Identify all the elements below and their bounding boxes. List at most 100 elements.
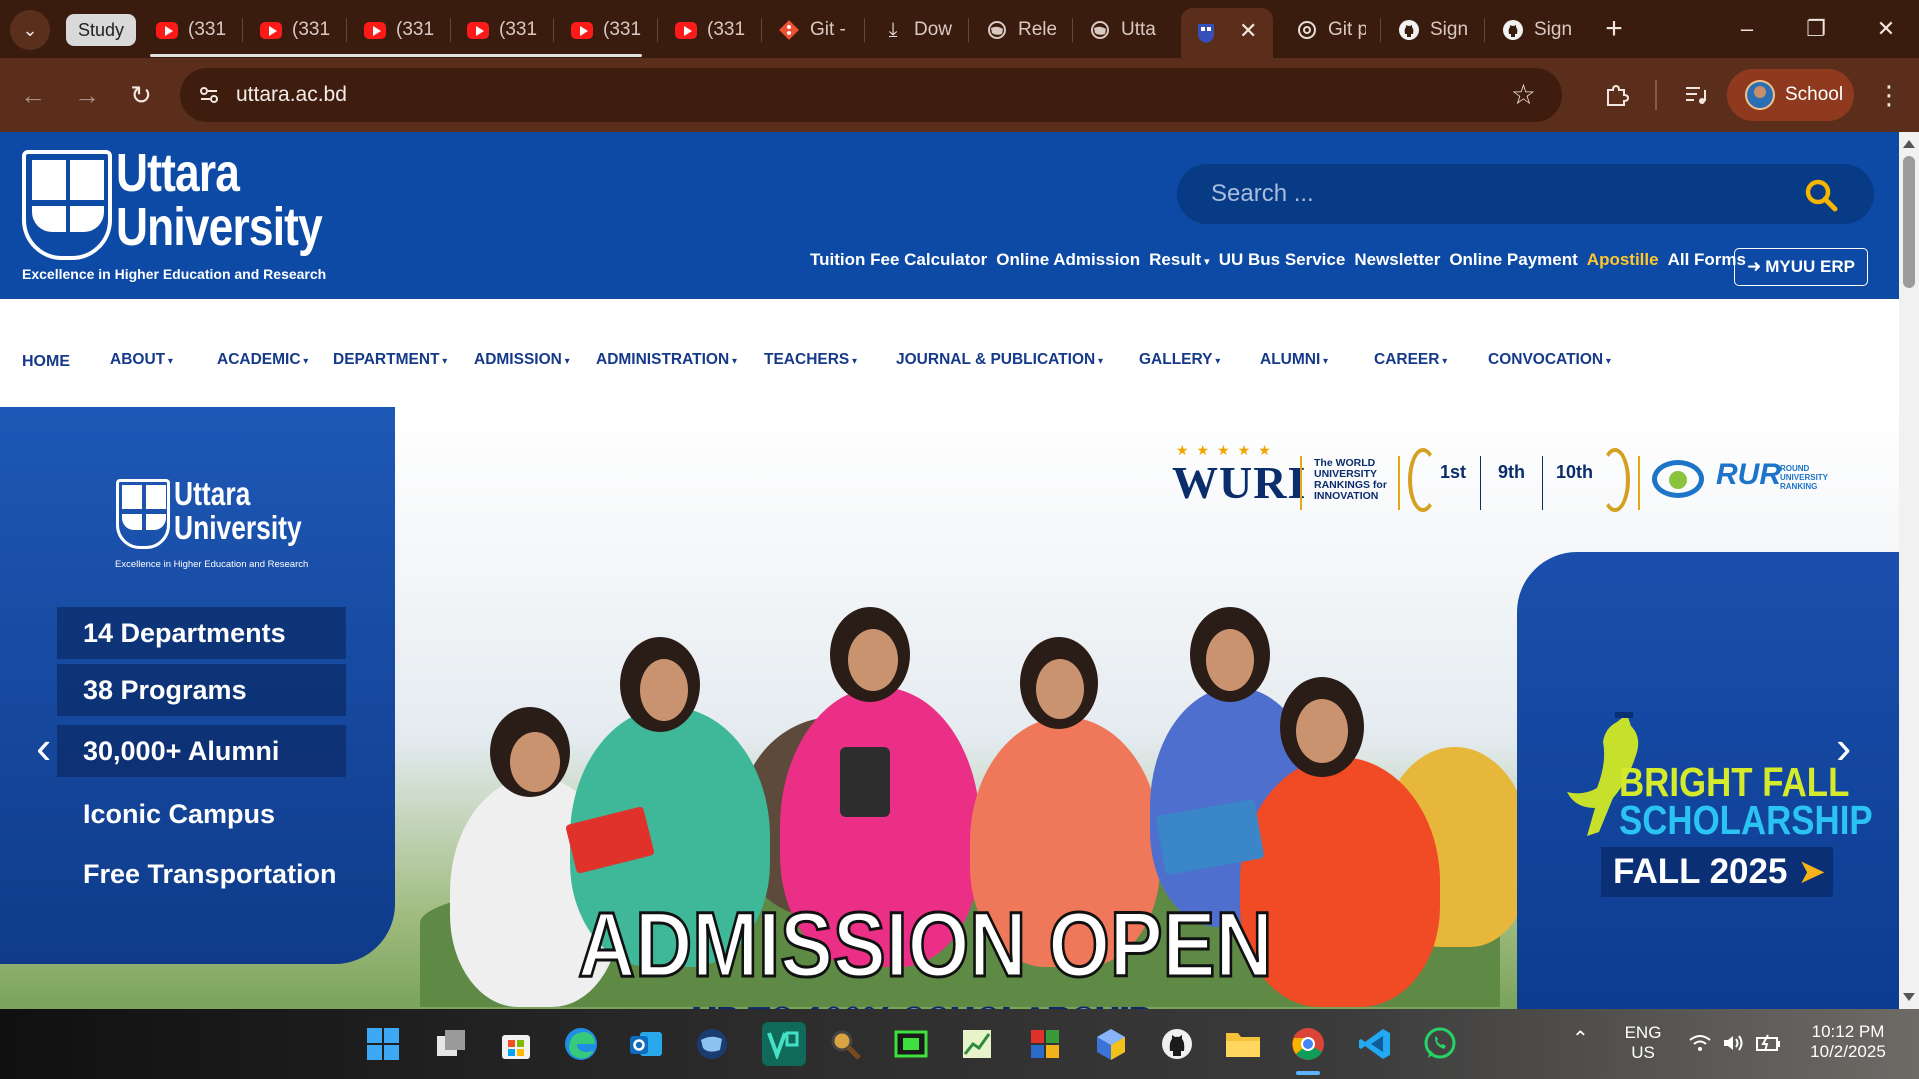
- laurel-left-icon: [1408, 448, 1438, 512]
- rank-1st: 1st: [1440, 462, 1467, 482]
- myuu-erp-button[interactable]: ➜ MYUU ERP: [1734, 248, 1868, 286]
- windows-start-icon[interactable]: [364, 1025, 402, 1063]
- nav-home[interactable]: HOME: [22, 353, 70, 371]
- show-hidden-icons-chevron-icon[interactable]: ⌃: [1572, 1029, 1589, 1049]
- visual-paradigm-icon[interactable]: [762, 1022, 806, 1066]
- browser-tab[interactable]: (331: [571, 12, 641, 48]
- globe-icon: [1089, 19, 1111, 41]
- office-suite-icon[interactable]: [1026, 1025, 1064, 1063]
- link-online-admission[interactable]: Online Admission: [996, 250, 1140, 270]
- close-tab-icon[interactable]: ✕: [1239, 18, 1257, 44]
- tab-search-chevron-icon[interactable]: ⌄: [10, 10, 50, 50]
- site-settings-icon[interactable]: [196, 82, 222, 108]
- tab-separator: [864, 18, 865, 42]
- reload-icon[interactable]: ↻: [122, 76, 160, 114]
- scroll-down-arrow-icon[interactable]: [1903, 993, 1915, 1001]
- tab-group-chip[interactable]: Study: [66, 14, 137, 46]
- link-apostille[interactable]: Apostille: [1587, 250, 1659, 270]
- file-explorer-icon[interactable]: [1224, 1025, 1262, 1063]
- extensions-puzzle-icon[interactable]: [1598, 76, 1636, 114]
- link-uu-bus-service[interactable]: UU Bus Service: [1219, 250, 1346, 270]
- link-newsletter[interactable]: Newsletter: [1354, 250, 1440, 270]
- minimize-icon[interactable]: –: [1727, 12, 1767, 46]
- browser-tab[interactable]: Git p: [1296, 12, 1366, 48]
- nav-about[interactable]: ABOUT: [110, 351, 173, 369]
- nav-admission[interactable]: ADMISSION: [474, 351, 570, 369]
- link-tuition-fee-calculator[interactable]: Tuition Fee Calculator: [810, 250, 987, 270]
- close-window-icon[interactable]: ✕: [1866, 12, 1906, 46]
- logo-shield-icon: [22, 150, 112, 260]
- rank-divider: [1480, 456, 1481, 510]
- tab-title: Utta: [1121, 19, 1156, 40]
- hero-headline: ADMISSION OPEN: [577, 894, 1274, 996]
- nav-administration[interactable]: ADMINISTRATION: [596, 351, 737, 369]
- link-online-payment[interactable]: Online Payment: [1449, 250, 1577, 270]
- restore-icon[interactable]: ❐: [1796, 12, 1836, 46]
- address-bar[interactable]: uttara.ac.bd ☆: [180, 68, 1562, 122]
- chrome-icon[interactable]: [1289, 1025, 1327, 1063]
- student-2-face: [640, 659, 688, 721]
- browser-tab[interactable]: ⤓ Dow: [882, 12, 952, 48]
- volume-icon[interactable]: [1722, 1033, 1746, 1058]
- university-logo[interactable]: Uttara University Excellence in Higher E…: [22, 146, 326, 288]
- browser-tab[interactable]: Sign: [1502, 12, 1572, 48]
- logo-name-line1: Uttara: [116, 143, 240, 203]
- nav-career[interactable]: CAREER: [1374, 351, 1447, 369]
- page-scrollbar[interactable]: [1899, 132, 1919, 1009]
- system-clock[interactable]: 10:12 PM 10/2/2025: [1800, 1022, 1896, 1062]
- browser-tab[interactable]: Sign: [1398, 12, 1468, 48]
- nav-academic[interactable]: ACADEMIC: [217, 351, 308, 369]
- microsoft-store-icon[interactable]: [497, 1025, 535, 1063]
- wifi-icon[interactable]: [1688, 1033, 1712, 1058]
- cube-app-icon[interactable]: [1092, 1025, 1130, 1063]
- media-control-icon[interactable]: [1677, 76, 1715, 114]
- battery-charging-icon[interactable]: [1756, 1033, 1782, 1058]
- browser-tab[interactable]: (331: [260, 12, 330, 48]
- edge-icon[interactable]: [562, 1025, 600, 1063]
- graph-editor-icon[interactable]: [958, 1025, 996, 1063]
- github-desktop-icon[interactable]: [1158, 1025, 1196, 1063]
- nav-convocation[interactable]: CONVOCATION: [1488, 351, 1611, 369]
- profile-button[interactable]: School: [1727, 69, 1854, 121]
- browser-tab[interactable]: Git -: [778, 12, 848, 48]
- whatsapp-icon[interactable]: [1421, 1025, 1459, 1063]
- slider-next-chevron-icon[interactable]: ›: [1836, 724, 1866, 770]
- wuri-subtitle: The WORLD UNIVERSITY RANKINGS for INNOVA…: [1314, 457, 1387, 502]
- forward-arrow-icon[interactable]: →: [68, 76, 106, 114]
- browser-tab[interactable]: (331: [156, 12, 226, 48]
- scroll-up-arrow-icon[interactable]: [1903, 140, 1915, 148]
- nav-department[interactable]: DEPARTMENT: [333, 351, 447, 369]
- browser-tab[interactable]: Utta: [1089, 12, 1159, 48]
- language-indicator[interactable]: ENG US: [1620, 1023, 1666, 1063]
- slider-prev-chevron-icon[interactable]: ‹: [36, 724, 66, 770]
- globe-app-icon[interactable]: [693, 1025, 731, 1063]
- bookmark-star-icon[interactable]: ☆: [1511, 78, 1536, 111]
- nav-teachers[interactable]: TEACHERS: [764, 351, 857, 369]
- nav-alumni[interactable]: ALUMNI: [1260, 351, 1328, 369]
- outlook-icon[interactable]: [627, 1025, 665, 1063]
- nav-journal-publication[interactable]: JOURNAL & PUBLICATION: [896, 351, 1103, 369]
- browser-tab[interactable]: (331: [467, 12, 537, 48]
- search-input[interactable]: [1211, 176, 1771, 212]
- circuit-board-icon[interactable]: [892, 1025, 930, 1063]
- browser-tab[interactable]: (331: [675, 12, 745, 48]
- rur-eye-icon: [1652, 460, 1704, 498]
- main-navigation: HOME ABOUT ACADEMIC DEPARTMENT ADMISSION…: [0, 299, 1899, 407]
- tab-separator: [1484, 18, 1485, 42]
- browser-tab[interactable]: (331: [364, 12, 434, 48]
- scholarship-promo-card[interactable]: BRIGHT FALL SCHOLARSHIP FALL 2025 ➤: [1517, 552, 1899, 1009]
- tab-separator: [553, 18, 554, 42]
- nav-gallery[interactable]: GALLERY: [1139, 351, 1220, 369]
- search-icon[interactable]: [1804, 178, 1838, 212]
- link-result[interactable]: Result: [1149, 250, 1210, 270]
- back-arrow-icon[interactable]: ←: [14, 76, 52, 114]
- active-browser-tab[interactable]: ✕: [1181, 8, 1273, 58]
- scrollbar-thumb[interactable]: [1903, 156, 1915, 288]
- browser-tab-bar: ⌄ Study (331 (331 (331 (331 (331 (331 Gi…: [0, 0, 1919, 58]
- vscode-icon[interactable]: [1356, 1025, 1394, 1063]
- new-tab-plus-icon[interactable]: +: [1594, 12, 1634, 46]
- search-tool-icon[interactable]: [826, 1025, 864, 1063]
- task-view-icon[interactable]: [432, 1025, 470, 1063]
- browser-tab[interactable]: Rele: [986, 12, 1056, 48]
- menu-kebab-icon[interactable]: ⋮: [1870, 76, 1908, 114]
